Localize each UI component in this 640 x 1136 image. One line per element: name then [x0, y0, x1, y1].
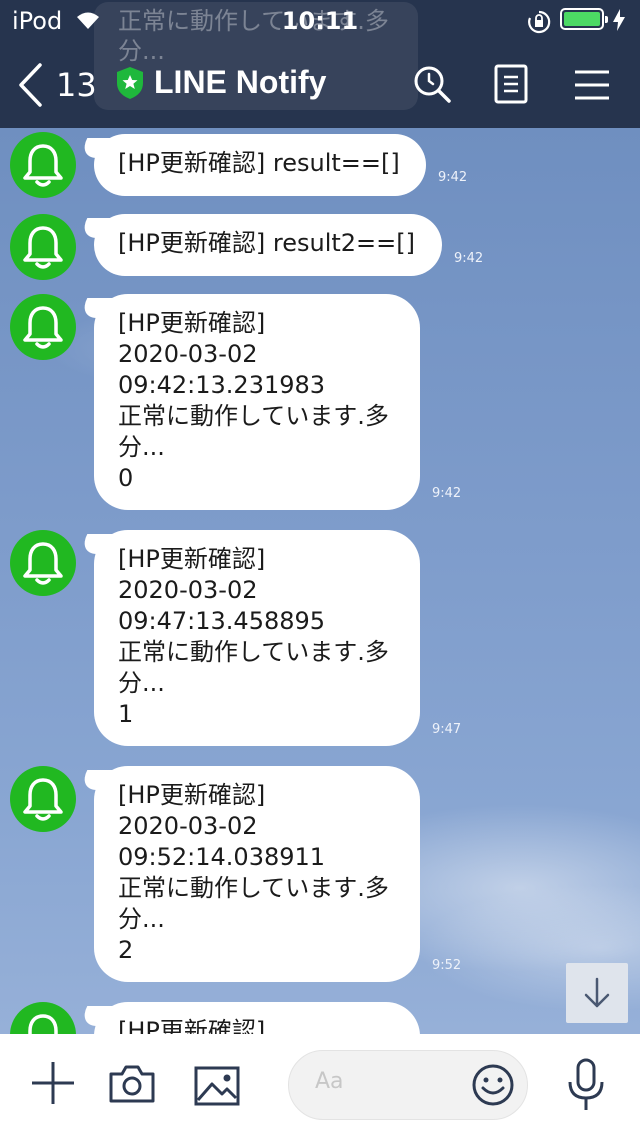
- battery-icon: [560, 8, 608, 30]
- notes-icon: [494, 64, 528, 104]
- arrow-down-icon: [584, 977, 610, 1008]
- rotation-lock-icon: [528, 10, 551, 34]
- header: 正常に動作しています.多分... iPod 10:11 13 LINE Noti…: [0, 0, 640, 128]
- add-button[interactable]: [30, 1060, 76, 1110]
- notes-button[interactable]: [494, 64, 528, 108]
- composer-bar: Aa: [0, 1034, 640, 1136]
- avatar[interactable]: [10, 294, 76, 360]
- bell-icon: [23, 542, 63, 585]
- bell-icon: [23, 144, 63, 187]
- camera-icon: [109, 1065, 155, 1103]
- avatar[interactable]: [10, 1002, 76, 1034]
- smiley-icon: [472, 1064, 514, 1106]
- avatar[interactable]: [10, 530, 76, 596]
- bell-icon: [23, 778, 63, 821]
- avatar[interactable]: [10, 214, 76, 280]
- message-bubble[interactable]: [HP更新確認] result2==[]: [94, 214, 442, 276]
- message-input-placeholder: Aa: [315, 1069, 344, 1094]
- bell-icon: [23, 306, 63, 349]
- bell-icon: [23, 226, 63, 269]
- scroll-to-bottom-button[interactable]: [566, 963, 628, 1023]
- back-button[interactable]: 13: [18, 62, 97, 108]
- chat-title: LINE Notify: [116, 64, 326, 101]
- status-bar: iPod 10:11: [0, 0, 640, 40]
- menu-button[interactable]: [574, 70, 610, 104]
- emoji-button[interactable]: [471, 1063, 515, 1111]
- message-bubble[interactable]: [HP更新確認] 2020-03-02 09:47:13.458895 正常に動…: [94, 530, 420, 746]
- charging-bolt-icon: [613, 9, 625, 31]
- bell-icon: [28, 1014, 58, 1034]
- message-bubble[interactable]: [HP更新確認] 2020-03-02 09:42:13.231983 正常に動…: [94, 294, 420, 510]
- image-icon: [194, 1066, 240, 1106]
- message-timestamp: 9:52: [432, 958, 462, 973]
- nav-bar: 13 LINE Notify: [0, 40, 640, 128]
- message-timestamp: 9:42: [432, 486, 462, 501]
- message-bubble[interactable]: [HP更新確認]: [94, 1002, 420, 1034]
- avatar[interactable]: [10, 766, 76, 832]
- message-timestamp: 9:42: [454, 251, 484, 266]
- microphone-icon: [568, 1058, 604, 1110]
- chat-background: [HP更新確認] result==[] 9:42 [HP更新確認] result…: [0, 128, 640, 1034]
- avatar[interactable]: [10, 132, 76, 198]
- voice-button[interactable]: [566, 1058, 606, 1116]
- search-icon: [414, 66, 451, 103]
- message-input[interactable]: Aa: [288, 1050, 528, 1120]
- chevron-left-icon: [19, 63, 42, 107]
- official-account-shield-icon: [117, 66, 143, 99]
- plus-icon: [32, 1062, 74, 1104]
- page-title: LINE Notify: [154, 64, 327, 100]
- message-timestamp: 9:42: [438, 170, 468, 185]
- message-bubble[interactable]: [HP更新確認] result==[]: [94, 134, 426, 196]
- message-bubble[interactable]: [HP更新確認] 2020-03-02 09:52:14.038911 正常に動…: [94, 766, 420, 982]
- image-button[interactable]: [194, 1066, 240, 1110]
- message-timestamp: 9:47: [432, 722, 462, 737]
- hamburger-menu-icon: [575, 70, 609, 100]
- search-button[interactable]: [412, 64, 452, 108]
- unread-count: 13: [56, 66, 97, 104]
- camera-button[interactable]: [108, 1064, 156, 1108]
